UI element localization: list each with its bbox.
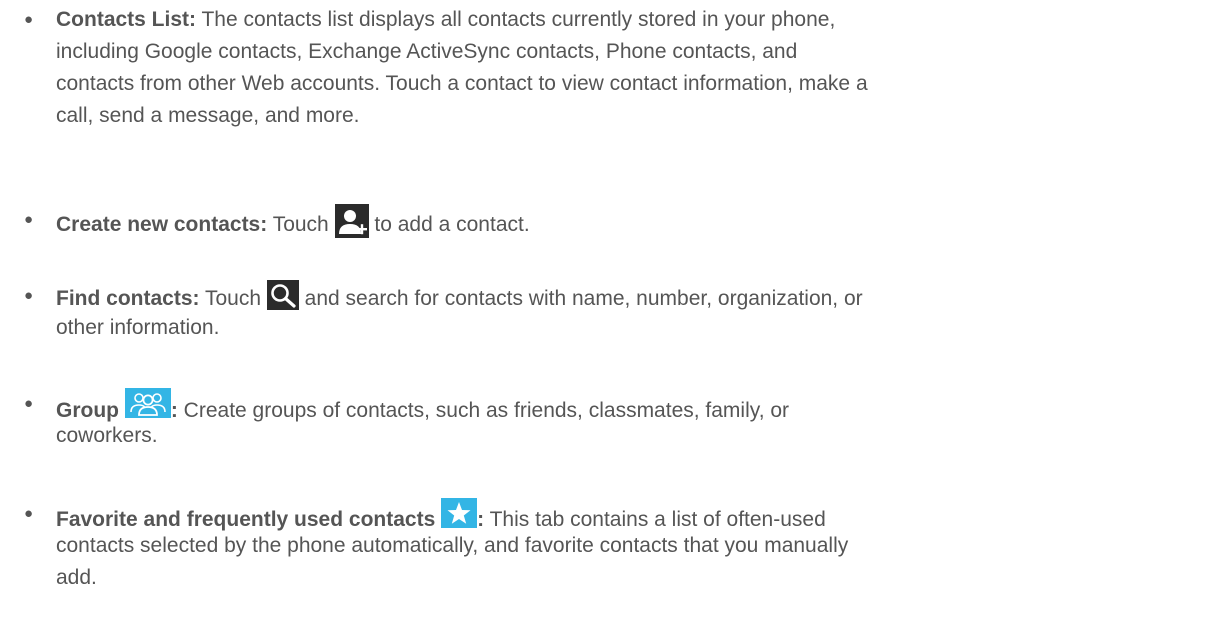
text-line: Create new contacts: Touch to add a cont…	[56, 204, 1204, 238]
description-text: to add a contact.	[368, 213, 530, 236]
text-line: contacts selected by the phone automatic…	[56, 534, 849, 557]
item-text: Favorite and frequently used contacts : …	[56, 498, 1204, 594]
term-label: Group	[56, 399, 119, 422]
text-line: Find contacts: Touch and search for cont…	[56, 280, 1204, 312]
item-text: Create new contacts: Touch to add a cont…	[56, 204, 1204, 238]
text-line: contacts from other Web accounts. Touch …	[56, 72, 868, 95]
search-icon	[266, 280, 299, 310]
description-text: This tab contains a list of often-used	[484, 508, 826, 531]
term-label: Find contacts:	[56, 287, 200, 310]
term-label: Create new contacts:	[56, 213, 268, 236]
bullet-dot: ●	[24, 395, 34, 412]
description-text: Touch	[267, 213, 335, 236]
group-tab-icon	[124, 388, 171, 418]
description-text: Touch	[199, 287, 267, 310]
text-line: call, send a message, and more.	[56, 104, 360, 127]
text-line: add.	[56, 566, 97, 589]
term-label: Contacts List:	[56, 8, 197, 31]
item-text: Find contacts: Touch and search for cont…	[56, 280, 1204, 344]
item-text: Group : Create groups of contacts, such …	[56, 388, 1204, 452]
description-text: Create groups of contacts, such as frien…	[177, 399, 790, 422]
bullet-dot: ●	[24, 505, 34, 522]
description-text: The contacts list displays all contacts …	[196, 8, 836, 31]
text-line: other information.	[56, 316, 220, 339]
bullet-dot: ●	[24, 287, 34, 304]
bullet-dot: ●	[24, 211, 34, 228]
bullet-dot: ●	[24, 11, 34, 28]
favorites-star-icon	[441, 498, 478, 528]
document-page: ● Contacts List: The contacts list displ…	[0, 0, 1205, 635]
description-text: and search for contacts with name, numbe…	[298, 287, 863, 310]
text-line: coworkers.	[56, 424, 158, 447]
item-text: Contacts List: The contacts list display…	[56, 4, 1204, 132]
text-line: Group : Create groups of contacts, such …	[56, 388, 1204, 422]
text-line: Favorite and frequently used contacts : …	[56, 498, 1204, 531]
term-label: Favorite and frequently used contacts	[56, 508, 436, 531]
add-contact-icon	[334, 204, 369, 238]
text-line: Contacts List: The contacts list display…	[56, 4, 1204, 36]
term-colon: :	[170, 399, 178, 422]
text-line: including Google contacts, Exchange Acti…	[56, 40, 798, 63]
